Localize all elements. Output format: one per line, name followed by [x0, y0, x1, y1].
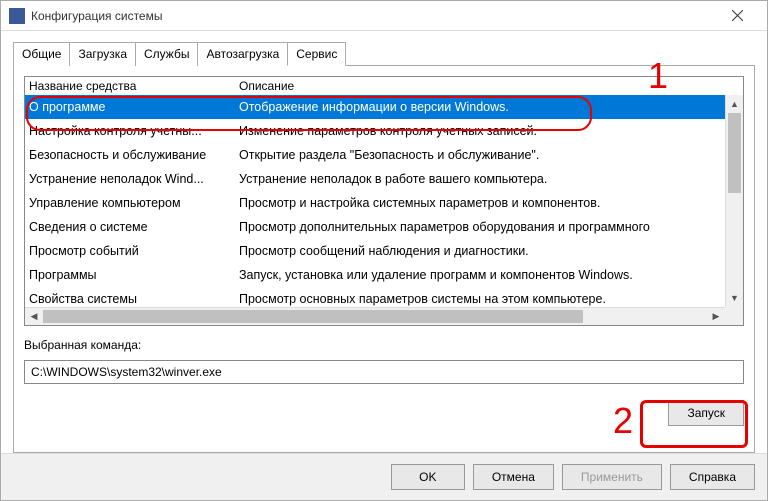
scroll-corner — [725, 307, 743, 325]
cell-name: О программе — [29, 97, 239, 117]
command-label: Выбранная команда: — [24, 338, 744, 352]
hscroll-left-button[interactable]: ◀ — [25, 308, 43, 325]
app-icon — [9, 8, 25, 24]
hscroll-right-button[interactable]: ▶ — [707, 308, 725, 325]
cell-desc: Просмотр сообщений наблюдения и диагност… — [239, 241, 721, 261]
close-icon — [732, 10, 743, 21]
tab-boot[interactable]: Загрузка — [69, 42, 136, 66]
launch-row: Запуск — [24, 400, 744, 426]
cell-name: Устранение неполадок Wind... — [29, 169, 239, 189]
scroll-thumb[interactable] — [728, 113, 741, 193]
window-title: Конфигурация системы — [31, 9, 715, 23]
cell-desc: Запуск, установка или удаление программ … — [239, 265, 721, 285]
command-field[interactable]: C:\WINDOWS\system32\winver.exe — [24, 360, 744, 384]
list-headers: Название средства Описание — [25, 77, 743, 95]
list-row[interactable]: Устранение неполадок Wind...Устранение н… — [25, 167, 725, 191]
tools-panel: Название средства Описание О программеОт… — [13, 66, 755, 453]
scroll-down-button[interactable]: ▼ — [726, 289, 743, 307]
list-row[interactable]: Свойства системыПросмотр основных параме… — [25, 287, 725, 307]
scroll-up-button[interactable]: ▲ — [726, 95, 743, 113]
list-body: О программеОтображение информации о верс… — [25, 95, 743, 325]
cell-name: Свойства системы — [29, 289, 239, 307]
launch-button[interactable]: Запуск — [668, 400, 744, 426]
ok-button[interactable]: OK — [391, 464, 465, 490]
cell-name: Безопасность и обслуживание — [29, 145, 239, 165]
titlebar: Конфигурация системы — [1, 1, 767, 31]
content-area: Общие Загрузка Службы Автозагрузка Серви… — [1, 31, 767, 453]
cell-name: Просмотр событий — [29, 241, 239, 261]
list-row[interactable]: Безопасность и обслуживаниеОткрытие разд… — [25, 143, 725, 167]
help-button[interactable]: Справка — [670, 464, 755, 490]
list-row[interactable]: Просмотр событийПросмотр сообщений наблю… — [25, 239, 725, 263]
tab-general[interactable]: Общие — [13, 42, 70, 66]
header-desc[interactable]: Описание — [239, 79, 739, 93]
list-row[interactable]: Управление компьютеромПросмотр и настрой… — [25, 191, 725, 215]
tab-startup[interactable]: Автозагрузка — [197, 42, 288, 66]
tab-strip: Общие Загрузка Службы Автозагрузка Серви… — [13, 41, 755, 66]
cell-name: Программы — [29, 265, 239, 285]
tab-tools[interactable]: Сервис — [287, 42, 346, 66]
list-row[interactable]: О программеОтображение информации о верс… — [25, 95, 725, 119]
cancel-button[interactable]: Отмена — [473, 464, 554, 490]
cell-desc: Просмотр и настройка системных параметро… — [239, 193, 721, 213]
cell-desc: Просмотр дополнительных параметров обору… — [239, 217, 721, 237]
tab-services[interactable]: Службы — [135, 42, 198, 66]
list-row[interactable]: Сведения о системеПросмотр дополнительны… — [25, 215, 725, 239]
hscroll-thumb[interactable] — [43, 310, 583, 323]
close-button[interactable] — [715, 2, 759, 30]
msconfig-window: Конфигурация системы Общие Загрузка Служ… — [0, 0, 768, 501]
cell-desc: Изменение параметров контроля учетных за… — [239, 121, 721, 141]
list-rows: О программеОтображение информации о верс… — [25, 95, 725, 307]
cell-desc: Открытие раздела "Безопасность и обслужи… — [239, 145, 721, 165]
cell-name: Настройка контроля учетны... — [29, 121, 239, 141]
vertical-scrollbar[interactable]: ▲ ▼ — [725, 95, 743, 307]
cell-desc: Просмотр основных параметров системы на … — [239, 289, 721, 307]
horizontal-scrollbar[interactable]: ◀ ▶ — [25, 307, 725, 325]
list-row[interactable]: Настройка контроля учетны...Изменение па… — [25, 119, 725, 143]
dialog-buttons: OK Отмена Применить Справка — [1, 453, 767, 500]
cell-name: Управление компьютером — [29, 193, 239, 213]
apply-button[interactable]: Применить — [562, 464, 662, 490]
hscroll-track[interactable] — [43, 308, 707, 325]
cell-desc: Устранение неполадок в работе вашего ком… — [239, 169, 721, 189]
tools-listbox: Название средства Описание О программеОт… — [24, 76, 744, 326]
scroll-track[interactable] — [726, 113, 743, 289]
list-row[interactable]: ПрограммыЗапуск, установка или удаление … — [25, 263, 725, 287]
header-name[interactable]: Название средства — [29, 79, 239, 93]
cell-name: Сведения о системе — [29, 217, 239, 237]
cell-desc: Отображение информации о версии Windows. — [239, 97, 721, 117]
